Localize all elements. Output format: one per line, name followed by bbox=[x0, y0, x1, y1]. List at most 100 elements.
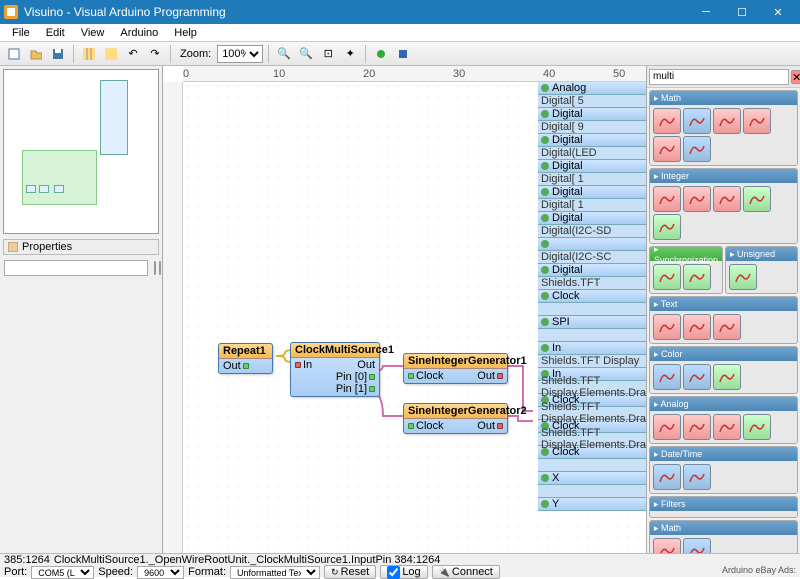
component-item[interactable] bbox=[683, 136, 711, 162]
arduino-row[interactable]: Digital(I2C-SC bbox=[538, 251, 646, 264]
component-item[interactable] bbox=[653, 414, 681, 440]
arduino-row[interactable]: In bbox=[538, 342, 646, 355]
run-button[interactable] bbox=[371, 44, 391, 64]
component-item[interactable] bbox=[653, 264, 681, 290]
component-item[interactable] bbox=[653, 186, 681, 212]
pin-out[interactable] bbox=[497, 373, 503, 379]
close-button[interactable]: ✕ bbox=[760, 0, 796, 24]
zoom-in-button[interactable]: 🔍 bbox=[274, 44, 294, 64]
arduino-row[interactable] bbox=[538, 459, 646, 472]
component-item[interactable] bbox=[653, 364, 681, 390]
arduino-row[interactable]: X bbox=[538, 472, 646, 485]
zoom-fit-button[interactable]: ⊡ bbox=[318, 44, 338, 64]
tool-button-1[interactable]: ✦ bbox=[340, 44, 360, 64]
arduino-row[interactable]: Digital[ 1 bbox=[538, 199, 646, 212]
arduino-row[interactable] bbox=[538, 238, 646, 251]
category-header[interactable]: ▸ Analog bbox=[650, 397, 797, 411]
pin-1[interactable] bbox=[369, 386, 375, 392]
pin-clock[interactable] bbox=[408, 373, 414, 379]
component-item[interactable] bbox=[683, 464, 711, 490]
arduino-row[interactable]: Digital[ 9 bbox=[538, 121, 646, 134]
arduino-row[interactable]: Digital bbox=[538, 134, 646, 147]
component-item[interactable] bbox=[653, 136, 681, 162]
arduino-row[interactable]: Analog bbox=[538, 82, 646, 95]
arduino-row[interactable]: Digital(LED bbox=[538, 147, 646, 160]
category-header[interactable]: ▸ Color bbox=[650, 347, 797, 361]
arduino-row[interactable]: Clock bbox=[538, 290, 646, 303]
arduino-row[interactable]: SPI bbox=[538, 316, 646, 329]
category-header[interactable]: ▸ Unsigned bbox=[726, 247, 797, 261]
component-item[interactable] bbox=[743, 186, 771, 212]
component-item[interactable] bbox=[683, 314, 711, 340]
arduino-row[interactable]: Digital bbox=[538, 212, 646, 225]
arduino-row[interactable]: Shields.TFT Display.Elements.Dra bbox=[538, 381, 646, 394]
component-item[interactable] bbox=[653, 538, 681, 553]
component-item[interactable] bbox=[743, 414, 771, 440]
arduino-row[interactable]: Digital bbox=[538, 264, 646, 277]
arduino-row[interactable]: Digital bbox=[538, 160, 646, 173]
menu-file[interactable]: File bbox=[4, 26, 38, 40]
properties-filter[interactable] bbox=[4, 260, 148, 276]
category-header[interactable]: ▸ Math bbox=[650, 521, 797, 535]
category-header[interactable]: ▸ Integer bbox=[650, 169, 797, 183]
component-item[interactable] bbox=[683, 186, 711, 212]
arduino-row[interactable]: Y bbox=[538, 498, 646, 511]
arduino-row[interactable]: Digital[ 1 bbox=[538, 173, 646, 186]
zoom-out-button[interactable]: 🔍 bbox=[296, 44, 316, 64]
component-item[interactable] bbox=[653, 214, 681, 240]
arduino-row[interactable]: Digital bbox=[538, 108, 646, 121]
component-item[interactable] bbox=[653, 464, 681, 490]
component-item[interactable] bbox=[713, 186, 741, 212]
search-clear-button[interactable]: ✕ bbox=[791, 70, 800, 84]
component-item[interactable] bbox=[713, 364, 741, 390]
arduino-row[interactable]: Shields.TFT Display.Elements.Dra bbox=[538, 407, 646, 420]
pin-out[interactable] bbox=[497, 423, 503, 429]
arduino-row[interactable]: Shields.TFT Display bbox=[538, 355, 646, 368]
component-item[interactable] bbox=[683, 364, 711, 390]
component-item[interactable] bbox=[683, 414, 711, 440]
node-repeat[interactable]: Repeat1 Out bbox=[218, 343, 273, 374]
component-item[interactable] bbox=[743, 108, 771, 134]
zoom-select[interactable]: 100% bbox=[217, 45, 263, 63]
prop-btn-1[interactable] bbox=[154, 261, 156, 275]
component-item[interactable] bbox=[713, 108, 741, 134]
node-sine2[interactable]: SineIntegerGenerator2 ClockOut bbox=[403, 403, 508, 434]
component-item[interactable] bbox=[683, 538, 711, 553]
arduino-row[interactable] bbox=[538, 329, 646, 342]
menu-help[interactable]: Help bbox=[166, 26, 205, 40]
minimize-button[interactable]: ─ bbox=[688, 0, 724, 24]
arduino-row[interactable] bbox=[538, 485, 646, 498]
component-item[interactable] bbox=[683, 264, 711, 290]
prop-btn-2[interactable] bbox=[159, 261, 161, 275]
arduino-row[interactable]: Shields.TFT Display.Elements.Dra bbox=[538, 433, 646, 446]
component-item[interactable] bbox=[713, 314, 741, 340]
arduino-row[interactable]: Digital bbox=[538, 186, 646, 199]
redo-button[interactable]: ↷ bbox=[145, 44, 165, 64]
component-item[interactable] bbox=[653, 314, 681, 340]
node-sine1[interactable]: SineIntegerGenerator1 ClockOut bbox=[403, 353, 508, 384]
pin-clock[interactable] bbox=[408, 423, 414, 429]
arduino-row[interactable] bbox=[538, 303, 646, 316]
pin-out[interactable] bbox=[243, 363, 249, 369]
category-header[interactable]: ▸ Synchronization bbox=[650, 247, 722, 261]
component-item[interactable] bbox=[729, 264, 757, 290]
menu-view[interactable]: View bbox=[73, 26, 113, 40]
arduino-row[interactable]: Shields.TFT bbox=[538, 277, 646, 290]
undo-button[interactable]: ↶ bbox=[123, 44, 143, 64]
new-button[interactable] bbox=[4, 44, 24, 64]
palette-search-input[interactable] bbox=[649, 69, 789, 85]
pin-in[interactable] bbox=[295, 362, 301, 368]
save-button[interactable] bbox=[48, 44, 68, 64]
stop-button[interactable] bbox=[393, 44, 413, 64]
minimap[interactable] bbox=[3, 69, 159, 234]
grid-button[interactable] bbox=[79, 44, 99, 64]
layout-button[interactable] bbox=[101, 44, 121, 64]
component-item[interactable] bbox=[713, 414, 741, 440]
menu-edit[interactable]: Edit bbox=[38, 26, 73, 40]
menu-arduino[interactable]: Arduino bbox=[112, 26, 166, 40]
maximize-button[interactable]: ☐ bbox=[724, 0, 760, 24]
arduino-row[interactable]: Digital[ 5 bbox=[538, 95, 646, 108]
component-item[interactable] bbox=[683, 108, 711, 134]
node-clockmultisource[interactable]: ClockMultiSource1 InOut Pin [0] Pin [1] bbox=[290, 342, 380, 397]
arduino-row[interactable]: Digital(I2C-SD bbox=[538, 225, 646, 238]
